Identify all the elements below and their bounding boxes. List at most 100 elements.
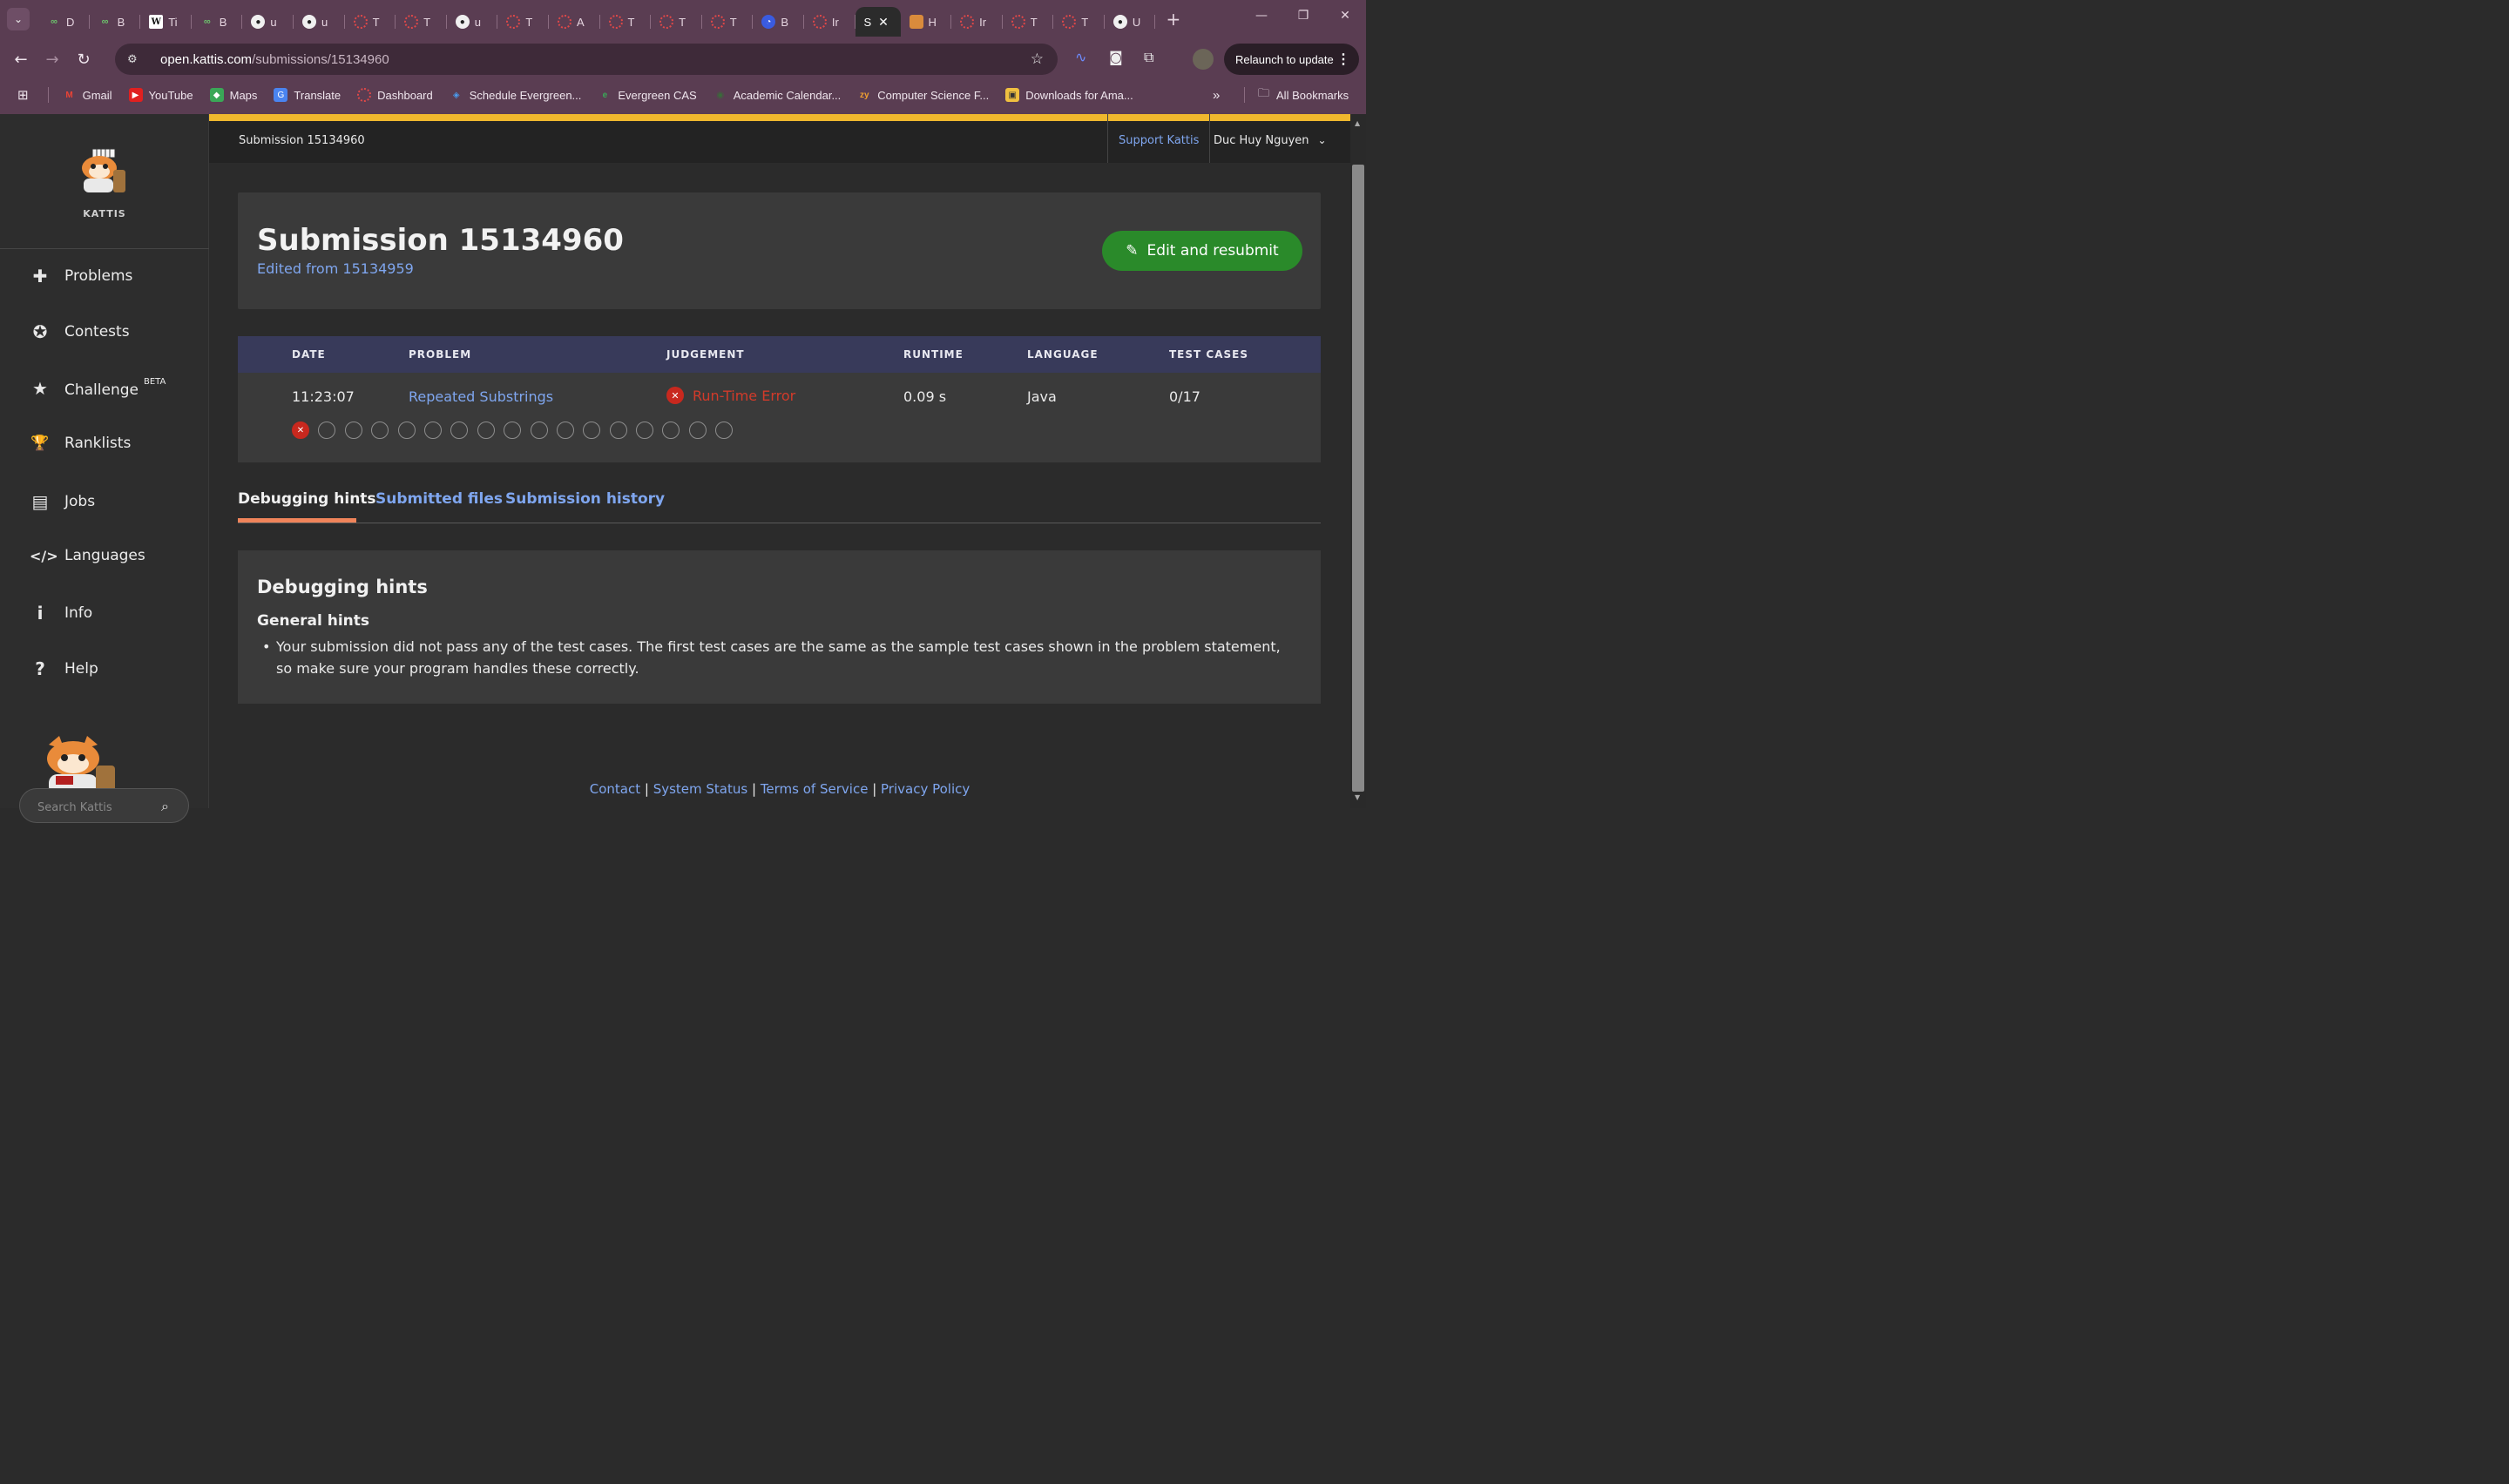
sidebar-item-challenge[interactable]: ★ Challenge BETA bbox=[30, 377, 166, 399]
all-bookmarks-button[interactable]: 🗀 All Bookmarks bbox=[1258, 85, 1349, 105]
test-case-failed-icon[interactable]: ✕ bbox=[292, 422, 309, 439]
address-bar[interactable]: ⚙ open.kattis.com/submissions/15134960 ☆ bbox=[115, 44, 1058, 75]
extension-incognito-icon[interactable]: ◙ bbox=[1109, 49, 1123, 65]
minimize-button[interactable]: — bbox=[1241, 9, 1282, 23]
browser-tab[interactable]: T bbox=[1053, 7, 1105, 37]
browser-tab[interactable]: ◔ B bbox=[753, 7, 804, 37]
help-icon: ? bbox=[35, 658, 45, 679]
extension-wave-icon[interactable]: ∿ bbox=[1075, 49, 1086, 65]
browser-tab[interactable]: S ✕ bbox=[855, 7, 901, 37]
test-case-pending-icon[interactable] bbox=[636, 422, 654, 439]
test-case-pending-icon[interactable] bbox=[556, 422, 574, 439]
sidebar-item-contests[interactable]: ✪ Contests bbox=[30, 321, 130, 342]
relaunch-button[interactable]: Relaunch to update ⋮ bbox=[1224, 44, 1359, 75]
footer-link-system-status[interactable]: System Status bbox=[653, 781, 748, 797]
search-icon[interactable]: ⌕ bbox=[161, 798, 169, 815]
sidebar-search-input[interactable]: Search Kattis ⌕ bbox=[19, 788, 189, 823]
test-case-pending-icon[interactable] bbox=[504, 422, 522, 439]
edited-from-link[interactable]: 15134959 bbox=[342, 260, 413, 277]
tab-submission-history[interactable]: Submission history bbox=[505, 490, 665, 508]
bookmark-dashboard[interactable]: Dashboard bbox=[357, 88, 433, 102]
browser-tab[interactable]: T bbox=[497, 7, 549, 37]
browser-tab[interactable]: Ir bbox=[951, 7, 1003, 37]
close-tab-icon[interactable]: ✕ bbox=[878, 15, 889, 30]
new-tab-button[interactable]: + bbox=[1166, 9, 1180, 30]
bookmark-schedule[interactable]: ◈ Schedule Evergreen... bbox=[450, 88, 582, 102]
browser-tab[interactable]: ∞ B bbox=[90, 7, 141, 37]
kattis-logo[interactable]: KATTIS bbox=[0, 114, 209, 249]
browser-tab[interactable]: H bbox=[901, 7, 952, 37]
tab-search-button[interactable]: ⌄ bbox=[7, 8, 30, 30]
test-case-pending-icon[interactable] bbox=[318, 422, 336, 439]
test-case-pending-icon[interactable] bbox=[344, 422, 362, 439]
footer-link-contact[interactable]: Contact bbox=[590, 781, 640, 797]
user-menu[interactable]: Duc Huy Nguyen ⌄ bbox=[1214, 134, 1327, 147]
page-scrollbar[interactable]: ▲ ▼ bbox=[1350, 114, 1366, 808]
restore-button[interactable]: ❐ bbox=[1282, 9, 1324, 23]
test-case-pending-icon[interactable] bbox=[477, 422, 495, 439]
bookmark-translate[interactable]: G Translate bbox=[274, 88, 341, 102]
test-case-pending-icon[interactable] bbox=[688, 422, 707, 439]
browser-tab[interactable]: T bbox=[600, 7, 652, 37]
tab-submitted-files[interactable]: Submitted files bbox=[375, 490, 503, 508]
browser-tab[interactable]: ∞ B bbox=[192, 7, 243, 37]
browser-tab[interactable]: W Ti bbox=[140, 7, 192, 37]
sidebar-item-languages[interactable]: </> Languages bbox=[30, 547, 145, 564]
bookmark-computer-science[interactable]: zy Computer Science F... bbox=[857, 88, 989, 102]
edit-and-resubmit-button[interactable]: ✎ Edit and resubmit bbox=[1102, 231, 1302, 271]
test-case-pending-icon[interactable] bbox=[530, 422, 548, 439]
browser-tab[interactable]: ● u bbox=[242, 7, 294, 37]
browser-tab[interactable]: T bbox=[702, 7, 754, 37]
scroll-up-arrow-icon[interactable]: ▲ bbox=[1355, 119, 1360, 127]
sidebar-item-jobs[interactable]: ▤ Jobs bbox=[30, 491, 96, 512]
test-case-pending-icon[interactable] bbox=[583, 422, 601, 439]
support-kattis-link[interactable]: Support Kattis bbox=[1107, 114, 1211, 163]
test-case-pending-icon[interactable] bbox=[662, 422, 680, 439]
browser-tab[interactable]: ∞ D bbox=[38, 7, 90, 37]
extensions-puzzle-icon[interactable]: ⧉ bbox=[1144, 49, 1153, 66]
back-button[interactable]: ← bbox=[5, 51, 37, 69]
apps-grid-icon[interactable]: ⊞ bbox=[17, 87, 29, 103]
browser-tab[interactable]: ● U bbox=[1105, 7, 1156, 37]
browser-tab[interactable]: T bbox=[651, 7, 702, 37]
test-case-pending-icon[interactable] bbox=[450, 422, 469, 439]
forward-button[interactable]: → bbox=[37, 51, 68, 69]
bookmark-youtube[interactable]: ▶ YouTube bbox=[128, 88, 193, 102]
footer-link-terms[interactable]: Terms of Service bbox=[761, 781, 869, 797]
footer-link-privacy[interactable]: Privacy Policy bbox=[881, 781, 970, 797]
test-case-pending-icon[interactable] bbox=[397, 422, 416, 439]
browser-tab[interactable]: A bbox=[549, 7, 600, 37]
browser-tab[interactable]: ● u bbox=[447, 7, 498, 37]
browser-tab[interactable]: T bbox=[345, 7, 396, 37]
browser-tab[interactable]: ● u bbox=[294, 7, 345, 37]
sidebar-item-help[interactable]: ? Help bbox=[30, 658, 98, 679]
profile-avatar[interactable] bbox=[1193, 49, 1214, 70]
browser-tab[interactable]: Ir bbox=[804, 7, 855, 37]
test-case-pending-icon[interactable] bbox=[715, 422, 734, 439]
scroll-down-arrow-icon[interactable]: ▼ bbox=[1355, 793, 1360, 801]
browser-tab[interactable]: T bbox=[396, 7, 447, 37]
site-settings-icon[interactable]: ⚙ bbox=[127, 53, 148, 66]
more-bookmarks-icon[interactable]: » bbox=[1213, 88, 1220, 103]
close-window-button[interactable]: ✕ bbox=[1324, 9, 1366, 23]
test-case-pending-icon[interactable] bbox=[371, 422, 389, 439]
reload-button[interactable]: ↻ bbox=[68, 51, 99, 69]
test-case-pending-icon[interactable] bbox=[609, 422, 627, 439]
sidebar-item-problems[interactable]: ✚ Problems bbox=[30, 266, 133, 287]
sidebar-item-ranklists[interactable]: 🏆 Ranklists bbox=[30, 435, 131, 452]
test-case-pending-icon[interactable] bbox=[423, 422, 442, 439]
tab-debugging-hints[interactable]: Debugging hints bbox=[238, 490, 376, 508]
sidebar-item-info[interactable]: i Info bbox=[30, 603, 93, 624]
page-footer: Contact | System Status | Terms of Servi… bbox=[589, 781, 970, 797]
scroll-thumb[interactable] bbox=[1352, 165, 1364, 792]
browser-tab[interactable]: T bbox=[1003, 7, 1054, 37]
bookmark-gmail[interactable]: M Gmail bbox=[63, 88, 112, 102]
relaunch-label: Relaunch to update bbox=[1235, 52, 1334, 66]
bookmark-academic-calendar[interactable]: ◉ Academic Calendar... bbox=[713, 88, 841, 102]
bookmark-downloads[interactable]: ▣ Downloads for Ama... bbox=[1005, 88, 1133, 102]
bookmark-star-icon[interactable]: ☆ bbox=[1031, 51, 1044, 68]
bookmark-evergreen-cas[interactable]: e Evergreen CAS bbox=[598, 88, 697, 102]
more-menu-icon[interactable]: ⋮ bbox=[1336, 51, 1350, 68]
problem-link[interactable]: Repeated Substrings bbox=[409, 388, 553, 405]
bookmark-maps[interactable]: ◆ Maps bbox=[209, 88, 257, 102]
